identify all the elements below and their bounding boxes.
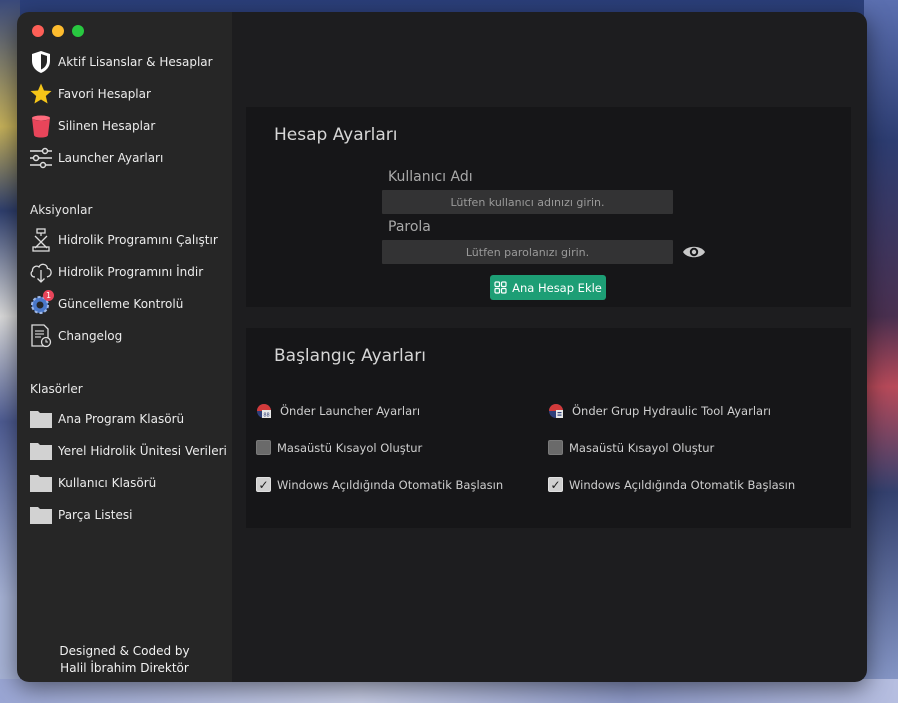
svg-text:88: 88: [263, 413, 269, 419]
sidebar-item-update-check[interactable]: 1 Güncelleme Kontrolü: [29, 290, 183, 318]
credits-line-2: Halil İbrahim Direktör: [60, 661, 189, 675]
hydraulic-tool-app-icon: [549, 404, 563, 418]
launcher-autostart-row[interactable]: ✓ Windows Açıldığında Otomatik Başlasın: [256, 477, 503, 492]
folder-icon: [29, 407, 53, 431]
background-wallpaper-bottom: [0, 679, 898, 703]
credits: Designed & Coded by Halil İbrahim Direkt…: [17, 643, 232, 677]
sidebar: Aktif Lisanslar & Hesaplar Favori Hesapl…: [17, 12, 232, 682]
launcher-autostart-checkbox[interactable]: ✓: [256, 477, 271, 492]
onder-launcher-app-icon: 88: [257, 404, 271, 419]
hydraulic-shortcut-row[interactable]: Masaüstü Kısayol Oluştur: [548, 440, 714, 455]
grid-icon: [494, 281, 507, 294]
background-wallpaper-right: [864, 0, 898, 703]
sidebar-item-label: Güncelleme Kontrolü: [58, 297, 184, 311]
update-gear-icon: 1: [29, 290, 54, 316]
sidebar-item-label: Changelog: [58, 329, 123, 343]
sidebar-item-download-hydraulic[interactable]: Hidrolik Programını İndir: [29, 258, 203, 286]
star-icon: [29, 82, 53, 106]
account-settings-panel: Hesap Ayarları Kullanıcı Adı Parola Ana …: [246, 107, 851, 307]
folders-section-title: Klasörler: [30, 382, 83, 396]
sidebar-item-folder-main-program[interactable]: Ana Program Klasörü: [29, 405, 184, 433]
account-settings-title: Hesap Ayarları: [274, 125, 398, 145]
startup-settings-title: Başlangıç Ayarları: [274, 346, 426, 366]
hydraulic-autostart-checkbox[interactable]: ✓: [548, 477, 563, 492]
onder-launcher-settings-label: Önder Launcher Ayarları: [280, 404, 421, 418]
hydraulic-shortcut-checkbox[interactable]: [548, 440, 563, 455]
window-controls: [32, 25, 84, 37]
sidebar-item-label: Silinen Hesaplar: [58, 119, 156, 133]
sidebar-item-changelog[interactable]: Changelog: [29, 322, 122, 350]
folder-icon: [29, 439, 53, 463]
sidebar-item-label: Hidrolik Programını Çalıştır: [58, 233, 218, 247]
maximize-window-button[interactable]: [72, 25, 84, 37]
cloud-download-icon: [29, 260, 53, 284]
launcher-autostart-label: Windows Açıldığında Otomatik Başlasın: [277, 477, 504, 492]
hydraulic-shortcut-label: Masaüstü Kısayol Oluştur: [569, 440, 715, 455]
username-input[interactable]: [382, 190, 673, 214]
add-main-account-label: Ana Hesap Ekle: [512, 280, 602, 295]
sidebar-item-folder-local-hydraulic[interactable]: Yerel Hidrolik Ünitesi Verileri: [29, 437, 227, 465]
sidebar-item-launcher-settings[interactable]: Launcher Ayarları: [29, 144, 163, 172]
sidebar-item-label: Yerel Hidrolik Ünitesi Verileri: [58, 444, 227, 458]
sidebar-item-active-licenses[interactable]: Aktif Lisanslar & Hesaplar: [29, 48, 213, 76]
sidebar-item-folder-user[interactable]: Kullanıcı Klasörü: [29, 469, 156, 497]
shield-icon: [29, 50, 53, 74]
sidebar-item-favorites[interactable]: Favori Hesaplar: [29, 80, 151, 108]
launcher-shortcut-row[interactable]: Masaüstü Kısayol Oluştur: [256, 440, 422, 455]
actions-section-title: Aksiyonlar: [30, 203, 93, 217]
minimize-window-button[interactable]: [52, 25, 64, 37]
username-label: Kullanıcı Adı: [388, 169, 473, 185]
app-window: Aktif Lisanslar & Hesaplar Favori Hesapl…: [17, 12, 867, 682]
startup-settings-panel: Başlangıç Ayarları 88 Önder Launcher Aya…: [246, 328, 851, 528]
sidebar-item-run-hydraulic[interactable]: Hidrolik Programını Çalıştır: [29, 226, 218, 254]
hydraulic-autostart-row[interactable]: ✓ Windows Açıldığında Otomatik Başlasın: [548, 477, 795, 492]
hydraulic-run-icon: [29, 228, 53, 252]
add-main-account-button[interactable]: Ana Hesap Ekle: [490, 275, 606, 300]
password-input[interactable]: [382, 240, 673, 264]
main-content: Hesap Ayarları Kullanıcı Adı Parola Ana …: [232, 12, 867, 682]
onder-launcher-settings-row: 88 Önder Launcher Ayarları: [256, 403, 420, 419]
sidebar-item-label: Aktif Lisanslar & Hesaplar: [58, 55, 213, 69]
sidebar-item-label: Launcher Ayarları: [58, 151, 164, 165]
hydraulic-autostart-label: Windows Açıldığında Otomatik Başlasın: [569, 477, 796, 492]
hydraulic-tool-settings-row: Önder Grup Hydraulic Tool Ayarları: [548, 403, 771, 419]
password-label: Parola: [388, 219, 431, 235]
sidebar-item-label: Hidrolik Programını İndir: [58, 265, 204, 279]
show-password-eye-icon[interactable]: [682, 242, 706, 262]
update-badge: 1: [43, 290, 54, 301]
sidebar-item-label: Favori Hesaplar: [58, 87, 151, 101]
close-window-button[interactable]: [32, 25, 44, 37]
sidebar-item-label: Ana Program Klasörü: [58, 412, 185, 426]
launcher-shortcut-checkbox[interactable]: [256, 440, 271, 455]
trash-bin-icon: [29, 114, 53, 138]
sidebar-item-label: Parça Listesi: [58, 508, 133, 522]
folder-icon: [29, 503, 53, 527]
sliders-icon: [29, 146, 53, 170]
changelog-document-icon: [29, 324, 53, 348]
sidebar-item-deleted[interactable]: Silinen Hesaplar: [29, 112, 155, 140]
credits-line-1: Designed & Coded by: [59, 644, 190, 658]
folder-icon: [29, 471, 53, 495]
sidebar-item-label: Kullanıcı Klasörü: [58, 476, 157, 490]
launcher-shortcut-label: Masaüstü Kısayol Oluştur: [277, 440, 423, 455]
hydraulic-tool-settings-label: Önder Grup Hydraulic Tool Ayarları: [572, 404, 771, 418]
sidebar-item-folder-parts-list[interactable]: Parça Listesi: [29, 501, 132, 529]
